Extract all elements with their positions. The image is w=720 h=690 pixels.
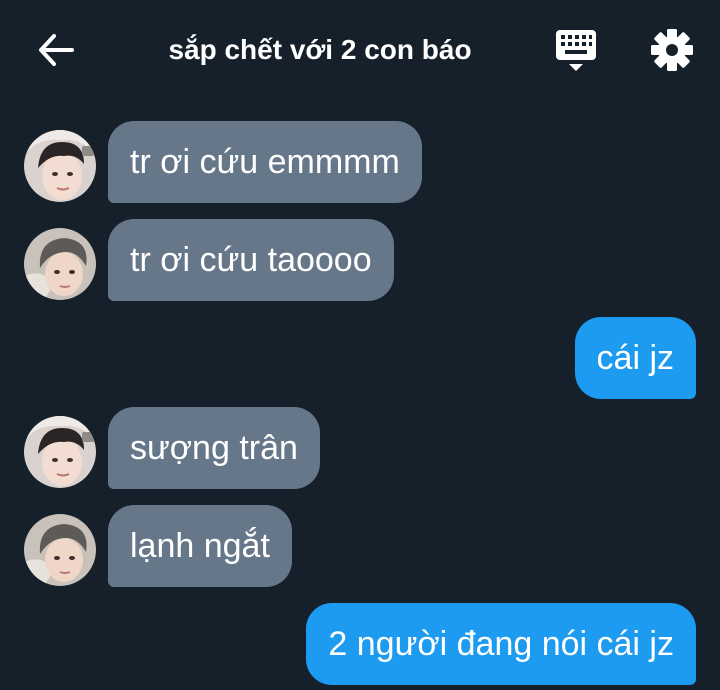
user-avatar-2	[24, 514, 96, 586]
avatar[interactable]	[24, 130, 96, 202]
user-avatar-2	[24, 228, 96, 300]
chat-header: sắp chết với 2 con báo	[0, 0, 720, 100]
conversation-title: sắp chết với 2 con báo	[168, 34, 472, 65]
keyboard-button[interactable]	[552, 26, 600, 76]
gear-icon	[651, 29, 693, 71]
message-bubble-outgoing: 2 người đang nói cái jz	[306, 603, 696, 685]
message-bubble-incoming: lạnh ngắt	[108, 505, 292, 587]
back-button[interactable]	[34, 30, 78, 70]
message-bubble-outgoing: cái jz	[574, 317, 696, 399]
settings-button[interactable]	[648, 26, 696, 74]
message-bubble-incoming: tr ơi cứu emmmm	[108, 121, 422, 203]
message-bubble-incoming: sượng trân	[108, 407, 320, 489]
avatar[interactable]	[24, 228, 96, 300]
user-avatar-1	[24, 130, 96, 202]
avatar[interactable]	[24, 416, 96, 488]
keyboard-icon	[556, 30, 596, 71]
message-bubble-incoming: tr ơi cứu taoooo	[108, 219, 394, 301]
arrow-left-icon	[39, 34, 74, 66]
user-avatar-1	[24, 416, 96, 488]
avatar[interactable]	[24, 514, 96, 586]
